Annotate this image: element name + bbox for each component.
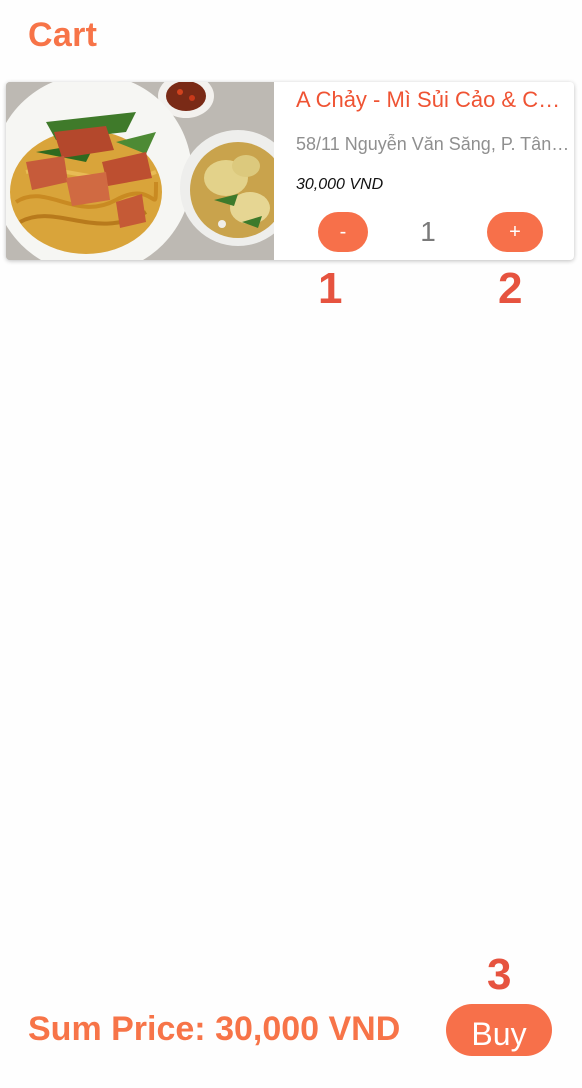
- annotation-marker-1: 1: [318, 264, 343, 313]
- quantity-value: 1: [420, 216, 436, 247]
- sum-price-label: Sum Price: 30,000 VND: [28, 1010, 401, 1048]
- increase-quantity-button[interactable]: +: [487, 212, 543, 252]
- item-name: A Chảy - Mì Sủi Cảo & Cơm Chiên: [296, 87, 574, 112]
- decrease-quantity-button[interactable]: -: [318, 212, 368, 252]
- cart-screen: Cart A Chảy - Mì Sủi Cảo & Cơm 58/11 Ngu…: [0, 0, 582, 1088]
- item-price: 30,000 VND: [296, 176, 384, 193]
- item-address: 58/11 Nguyễn Văn Săng, P. Tân Sơn Nhì: [296, 134, 570, 154]
- food-image: [6, 82, 274, 260]
- buy-button[interactable]: Buy: [446, 1004, 552, 1056]
- annotation-marker-3: 3: [487, 950, 512, 999]
- page-title: Cart: [28, 16, 98, 54]
- food-photo-illustration: [6, 82, 274, 260]
- cart-item-card[interactable]: A Chảy - Mì Sủi Cảo & Cơm Chiên 58/11 Ng…: [6, 82, 574, 260]
- annotation-marker-2: 2: [498, 264, 523, 313]
